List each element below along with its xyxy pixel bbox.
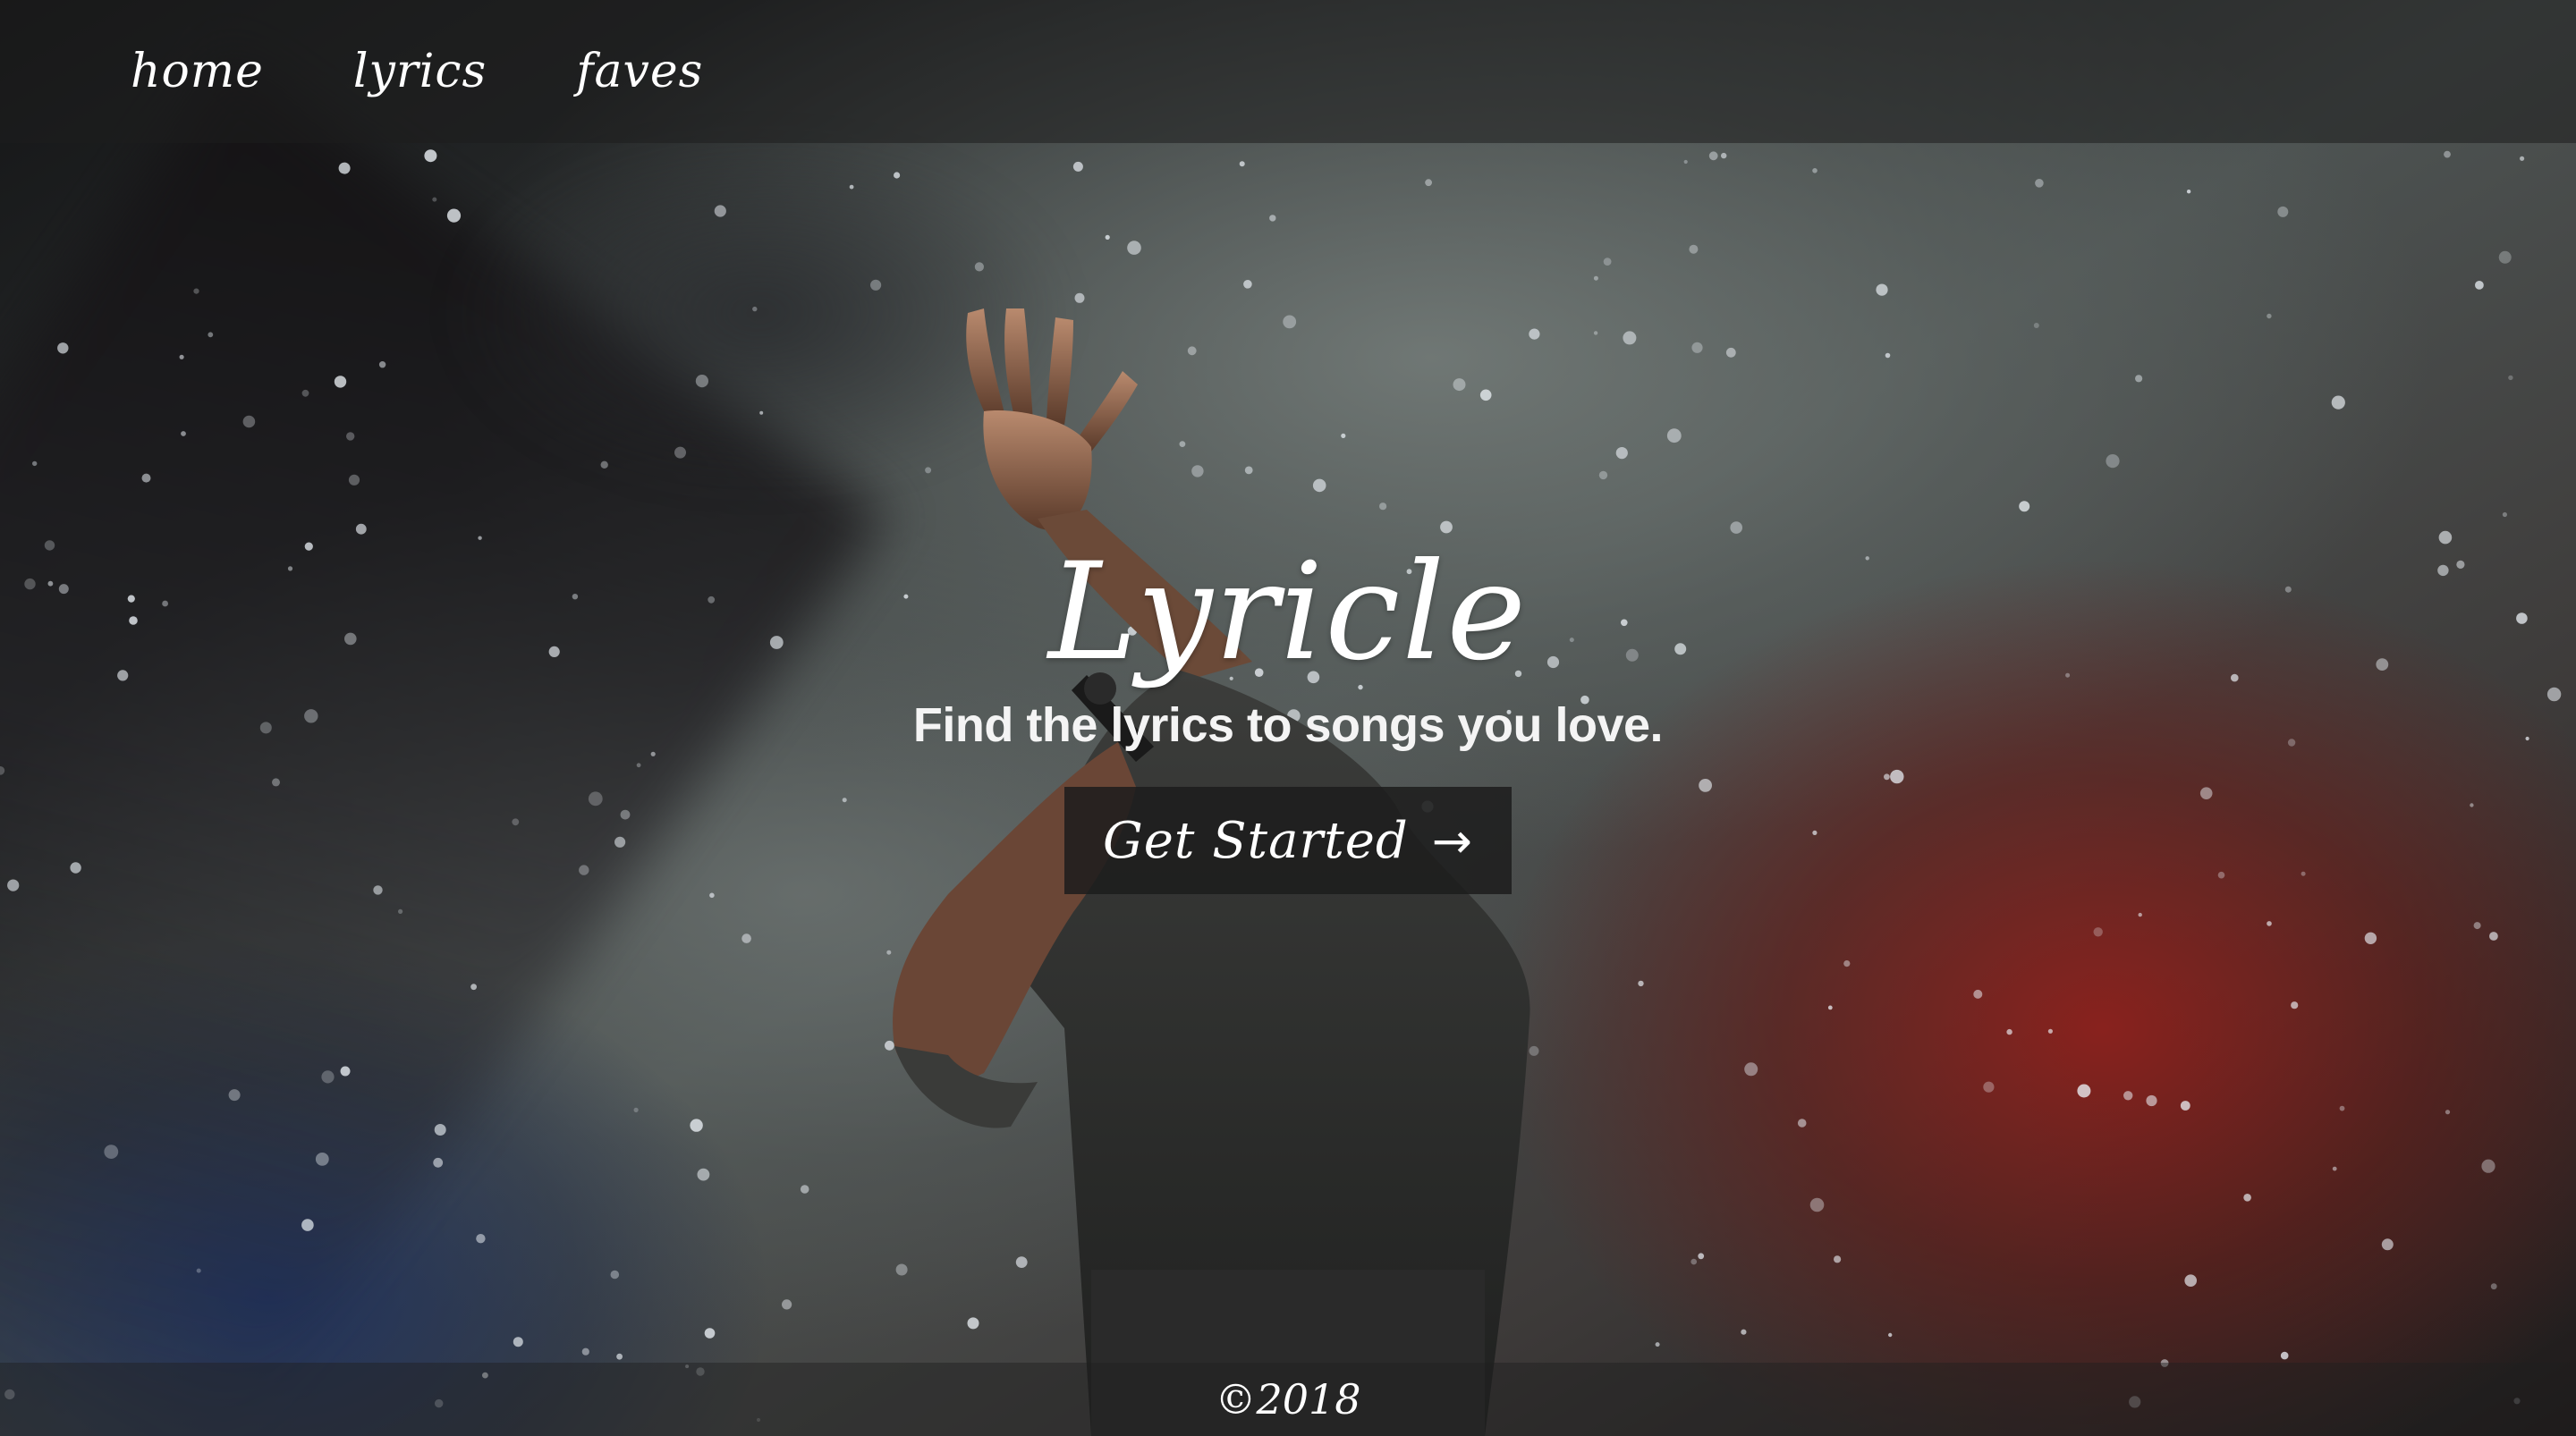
- page-footer: ©2018: [0, 1363, 2576, 1436]
- hero-section: Lyricle Find the lyrics to songs you lov…: [0, 536, 2576, 894]
- get-started-button[interactable]: Get Started →: [1064, 787, 1512, 894]
- get-started-label: Get Started: [1103, 811, 1409, 870]
- nav-link-home[interactable]: home: [131, 45, 264, 98]
- top-navbar: home lyrics faves: [0, 0, 2576, 143]
- hero-subtitle: Find the lyrics to songs you love.: [912, 698, 1664, 752]
- nav-link-faves[interactable]: faves: [576, 45, 703, 98]
- nav-link-lyrics[interactable]: lyrics: [353, 45, 487, 98]
- arrow-right-icon: →: [1431, 812, 1473, 869]
- copyright-text: ©2018: [1215, 1375, 1361, 1423]
- hero-title: Lyricle: [1047, 535, 1529, 690]
